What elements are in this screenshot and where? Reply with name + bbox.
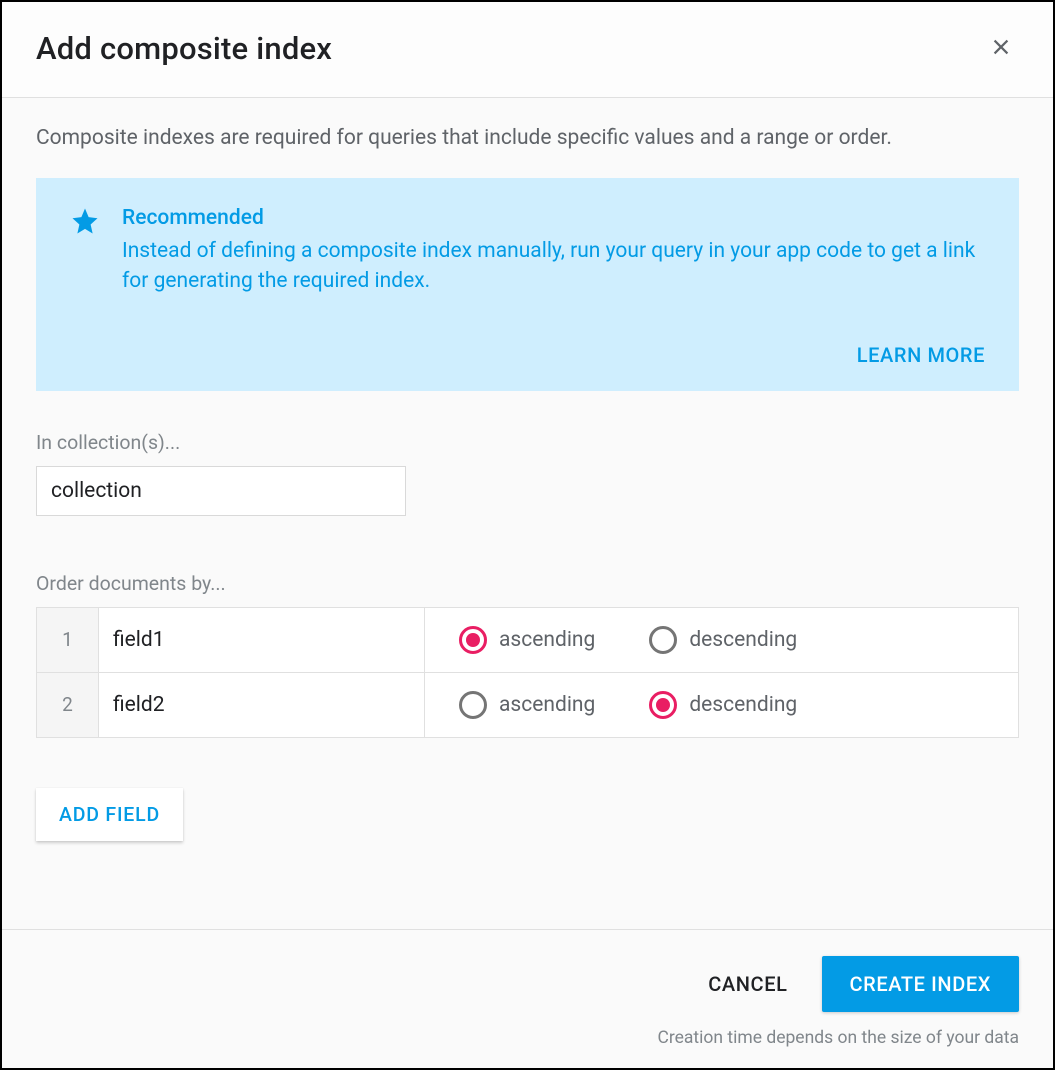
row-number: 2 — [37, 673, 99, 737]
radio-label: ascending — [499, 693, 595, 717]
add-composite-index-dialog: Add composite index Composite indexes ar… — [0, 0, 1055, 1070]
field-name-input[interactable] — [99, 673, 424, 737]
radio-icon — [649, 691, 677, 719]
cancel-button[interactable]: CANCEL — [702, 958, 793, 1010]
collection-input[interactable] — [36, 466, 406, 516]
collection-label: In collection(s)... — [36, 431, 1019, 454]
radio-label: descending — [689, 693, 797, 717]
star-icon — [70, 206, 100, 297]
dialog-footer: CANCEL CREATE INDEX Creation time depend… — [2, 929, 1053, 1068]
dialog-subtitle: Composite indexes are required for queri… — [36, 126, 1019, 150]
radio-icon — [459, 691, 487, 719]
create-index-button[interactable]: CREATE INDEX — [822, 956, 1019, 1012]
radio-icon — [649, 626, 677, 654]
banner-title: Recommended — [122, 206, 985, 230]
ascending-radio[interactable]: ascending — [459, 691, 595, 719]
learn-more-link[interactable]: LEARN MORE — [857, 343, 985, 367]
row-number: 1 — [37, 608, 99, 672]
ascending-radio[interactable]: ascending — [459, 626, 595, 654]
recommendation-banner: Recommended Instead of defining a compos… — [36, 178, 1019, 391]
add-field-button[interactable]: ADD FIELD — [36, 788, 183, 841]
table-row: 1 ascending descending — [37, 608, 1018, 672]
descending-radio[interactable]: descending — [649, 691, 797, 719]
footer-note: Creation time depends on the size of you… — [657, 1028, 1019, 1048]
radio-label: ascending — [499, 628, 595, 652]
dialog-body: Composite indexes are required for queri… — [2, 98, 1053, 929]
radio-icon — [459, 626, 487, 654]
close-button[interactable] — [983, 31, 1019, 67]
banner-text: Instead of defining a composite index ma… — [122, 236, 985, 297]
dialog-title: Add composite index — [36, 30, 332, 67]
order-fields-table: 1 ascending descending 2 — [36, 607, 1019, 738]
dialog-header: Add composite index — [2, 2, 1053, 98]
order-label: Order documents by... — [36, 572, 1019, 595]
table-row: 2 ascending descending — [37, 672, 1018, 737]
field-name-input[interactable] — [99, 608, 424, 672]
close-icon — [990, 36, 1012, 62]
radio-label: descending — [689, 628, 797, 652]
descending-radio[interactable]: descending — [649, 626, 797, 654]
